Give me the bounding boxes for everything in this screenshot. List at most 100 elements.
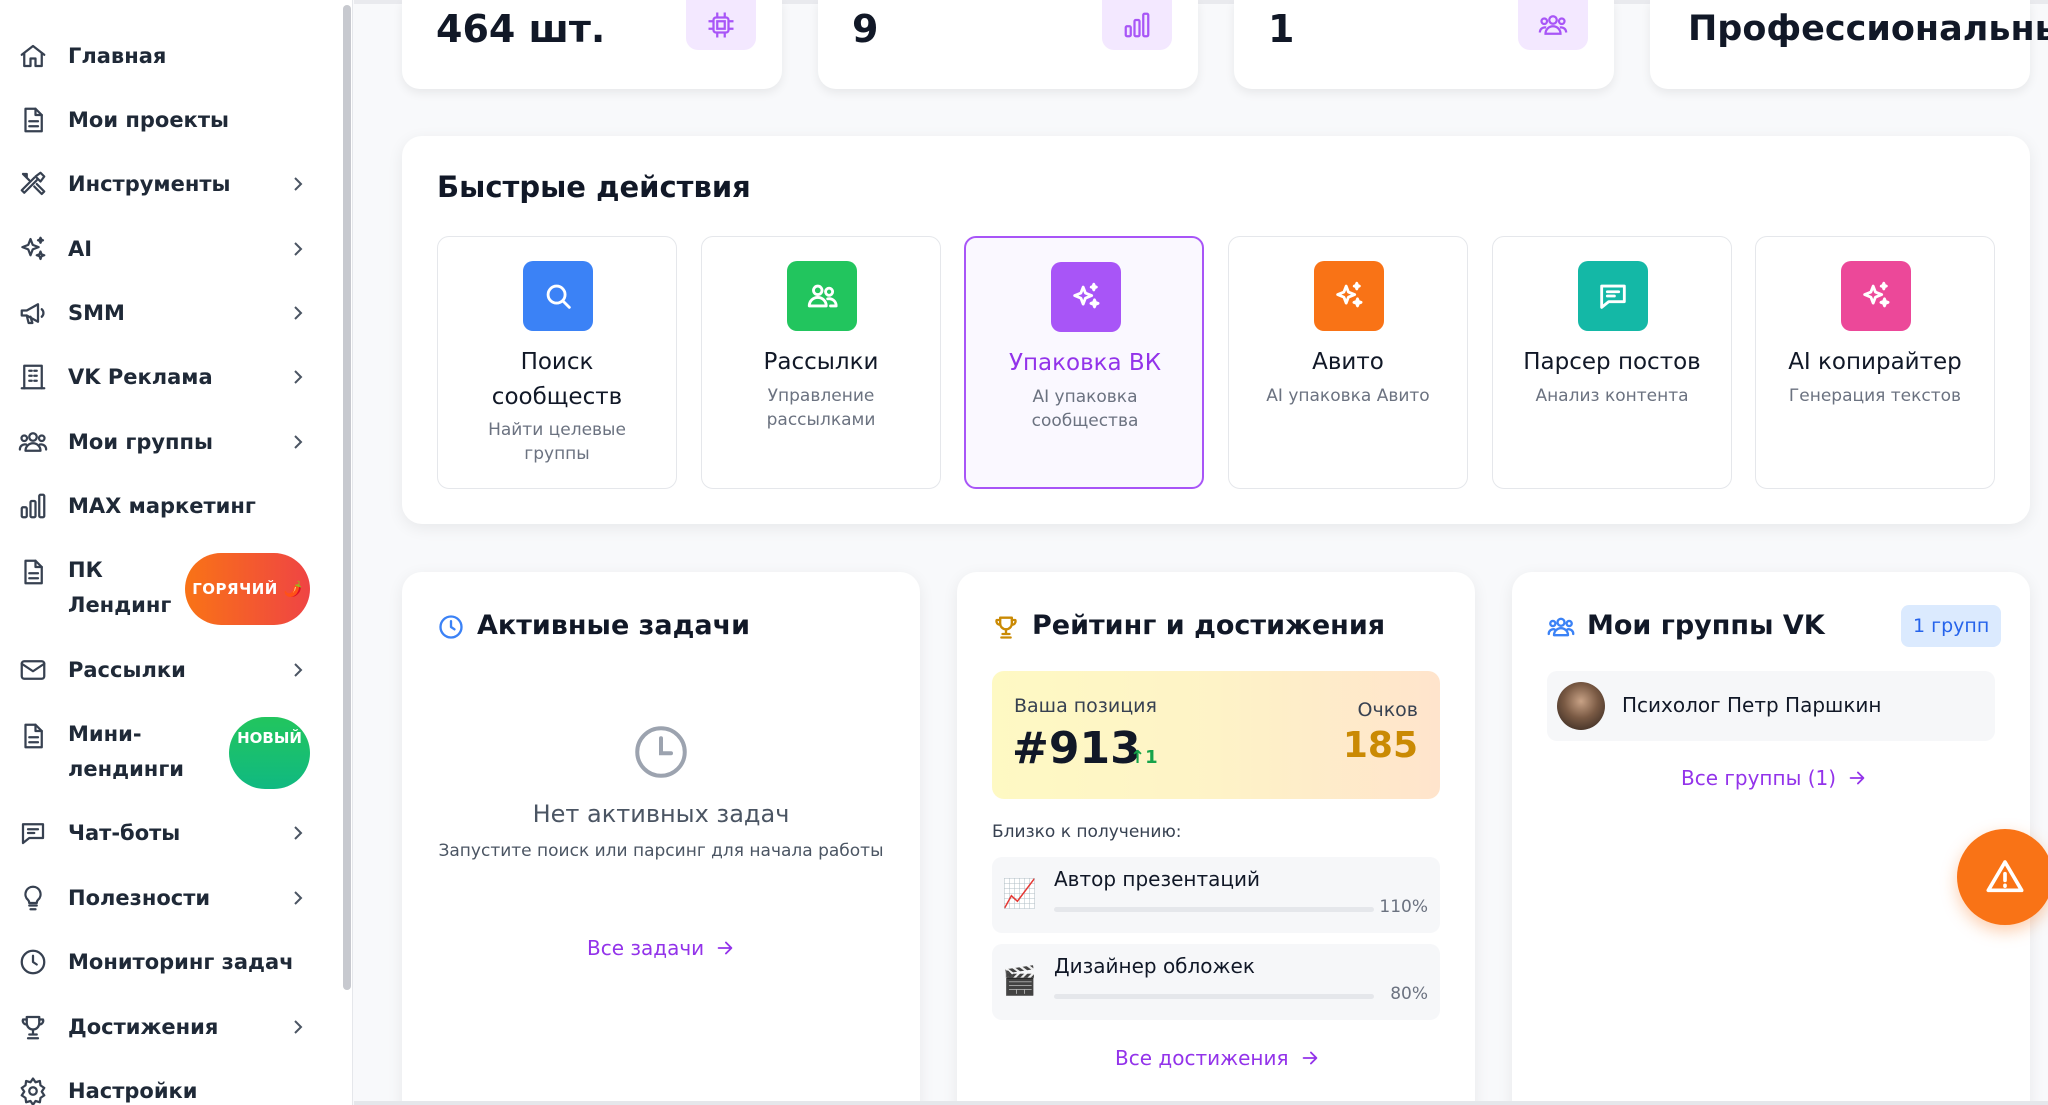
stat-value: 464 шт. xyxy=(436,7,606,51)
rank-box: Ваша позиция #913 ↑1 Очков 185 xyxy=(992,671,1440,799)
sidebar-item-projects[interactable]: Мои проекты xyxy=(0,88,330,152)
all-tasks-label: Все задачи xyxy=(587,936,705,960)
new-badge: НОВЫЙ xyxy=(229,717,310,789)
sidebar-item-my-groups[interactable]: Мои группы xyxy=(0,410,330,474)
file-icon xyxy=(16,719,50,753)
active-tasks-title: Активные задачи xyxy=(477,610,751,641)
file-icon xyxy=(16,103,50,137)
qa-avito[interactable]: Авито AI упаковка Авито xyxy=(1228,236,1468,489)
stat-card-groups: 1 xyxy=(1234,0,1614,89)
qa-post-parser[interactable]: Парсер постов Анализ контента xyxy=(1492,236,1732,489)
users-icon xyxy=(1518,0,1588,50)
chevron-right-icon xyxy=(288,367,308,387)
report-problem-button[interactable] xyxy=(1957,829,2048,925)
sidebar-item-label: Чат-боты xyxy=(68,820,181,845)
cpu-icon xyxy=(686,0,756,50)
qa-mailings[interactable]: Рассылки Управление рассылками xyxy=(701,236,941,489)
sidebar-item-ai[interactable]: AI xyxy=(0,217,330,281)
sidebar-item-mini-landings[interactable]: Мини- лендинги НОВЫЙ xyxy=(0,717,330,789)
stat-card-units: 464 шт. xyxy=(402,0,782,89)
file-icon xyxy=(16,555,50,589)
sidebar-item-task-monitoring[interactable]: Мониторинг задач xyxy=(0,930,330,994)
qa-sub-line1: AI упаковка xyxy=(1032,387,1138,407)
qa-sub-line2: рассылками xyxy=(766,410,876,430)
sidebar-item-label: Достижения xyxy=(68,1014,219,1039)
sidebar-scrollbar[interactable] xyxy=(343,5,351,990)
chevron-right-icon xyxy=(288,1017,308,1037)
qa-sub-line1: Найти целевые xyxy=(488,420,626,440)
stat-card-plan: Профессиональный xyxy=(1650,0,2048,89)
sidebar-item-pc-landing[interactable]: ПК Лендинг ГОРЯЧИЙ 🌶️ xyxy=(0,553,330,625)
building-icon xyxy=(16,360,50,394)
points-value: 185 xyxy=(1342,725,1418,766)
sidebar-item-useful[interactable]: Полезности xyxy=(0,866,330,930)
qa-ai-copywriter[interactable]: AI копирайтер Генерация текстов xyxy=(1755,236,1995,489)
users-icon xyxy=(16,425,50,459)
sparkles-icon xyxy=(16,232,50,266)
sidebar-item-achievements[interactable]: Достижения xyxy=(0,995,330,1059)
achievement-item[interactable]: 📈 Автор презентаций 110% xyxy=(992,857,1440,933)
my-groups-title: Мои группы VK xyxy=(1587,610,1825,641)
qa-sub-line2: группы xyxy=(524,444,590,464)
lightbulb-icon xyxy=(16,881,50,915)
all-tasks-link[interactable]: Все задачи xyxy=(587,934,736,962)
active-tasks-panel xyxy=(402,572,920,1105)
achievement-item[interactable]: 🎬 Дизайнер обложек 80% xyxy=(992,944,1440,1020)
position-label: Ваша позиция xyxy=(1014,695,1157,717)
chevron-right-icon xyxy=(288,660,308,680)
sidebar-item-label: Настройки xyxy=(68,1078,198,1103)
chevron-right-icon xyxy=(288,174,308,194)
sidebar-item-vk-ads[interactable]: VK Реклама xyxy=(0,345,330,409)
search-icon xyxy=(523,261,593,331)
sidebar-item-mailings[interactable]: Рассылки xyxy=(0,638,330,702)
sparkles-icon xyxy=(1051,262,1121,332)
clock-icon xyxy=(631,722,691,782)
sidebar-item-home[interactable]: Главная xyxy=(0,24,330,88)
my-groups-panel xyxy=(1512,572,2030,1105)
sidebar-item-label: Главная xyxy=(68,43,167,68)
sidebar-item-tools[interactable]: Инструменты xyxy=(0,152,330,216)
chevron-right-icon xyxy=(288,303,308,323)
sidebar-item-smm[interactable]: SMM xyxy=(0,281,330,345)
arrow-right-icon xyxy=(1302,1051,1317,1065)
qa-sub: Генерация текстов xyxy=(1788,386,1962,406)
stat-value: Профессиональный xyxy=(1688,9,2048,49)
all-groups-label: Все группы (1) xyxy=(1681,766,1837,790)
clapperboard-icon: 🎬 xyxy=(1002,964,1037,997)
sidebar-item-settings[interactable]: Настройки xyxy=(0,1059,330,1105)
sidebar-item-chatbots[interactable]: Чат-боты xyxy=(0,801,330,865)
sidebar-item-label: Мои проекты xyxy=(68,107,229,132)
group-item[interactable]: Психолог Петр Паршкин xyxy=(1547,671,1995,741)
sidebar-item-max-marketing[interactable]: MAX маркетинг xyxy=(0,474,330,538)
quick-actions-title: Быстрые действия xyxy=(437,170,751,204)
sidebar-item-label: Мои группы xyxy=(68,429,214,454)
trophy-icon xyxy=(16,1010,50,1044)
chat-icon xyxy=(1578,261,1648,331)
sidebar-item-label-line1: Мини- xyxy=(68,722,142,746)
arrow-right-icon xyxy=(717,941,733,955)
sidebar-item-label: Мониторинг задач xyxy=(68,949,294,974)
qa-vk-packaging[interactable]: Упаковка ВК AI упаковка сообщества xyxy=(964,236,1204,489)
sidebar-item-label-line2: лендинги xyxy=(68,757,185,781)
sidebar-item-label-line2: Лендинг xyxy=(68,593,172,617)
gear-icon xyxy=(16,1074,50,1105)
main-content: 464 шт. 9 1 Профессиональный Быстрые дей… xyxy=(354,0,2048,1105)
achievement-percent: 80% xyxy=(1390,984,1428,1004)
hot-badge: ГОРЯЧИЙ 🌶️ xyxy=(185,553,310,625)
clock-icon xyxy=(437,613,465,641)
mail-icon xyxy=(16,653,50,687)
achievement-name: Автор презентаций xyxy=(1054,867,1261,891)
chat-icon xyxy=(16,816,50,850)
qa-search-communities[interactable]: Поиск сообществ Найти целевые группы xyxy=(437,236,677,489)
sidebar-item-label: Рассылки xyxy=(68,657,186,682)
all-achievements-link[interactable]: Все достижения xyxy=(1115,1044,1321,1072)
qa-title-line1: Поиск xyxy=(520,349,594,375)
qa-sub-line2: сообщества xyxy=(1031,411,1139,431)
sidebar-item-label: Полезности xyxy=(68,885,211,910)
all-groups-link[interactable]: Все группы (1) xyxy=(1681,764,1868,792)
qa-sub-line1: Управление xyxy=(767,386,875,406)
sidebar-item-label: MAX маркетинг xyxy=(68,493,256,518)
achievement-progress xyxy=(1054,907,1374,912)
sidebar-item-label-line1: ПК xyxy=(68,558,103,582)
arrow-right-icon xyxy=(1849,771,1865,785)
